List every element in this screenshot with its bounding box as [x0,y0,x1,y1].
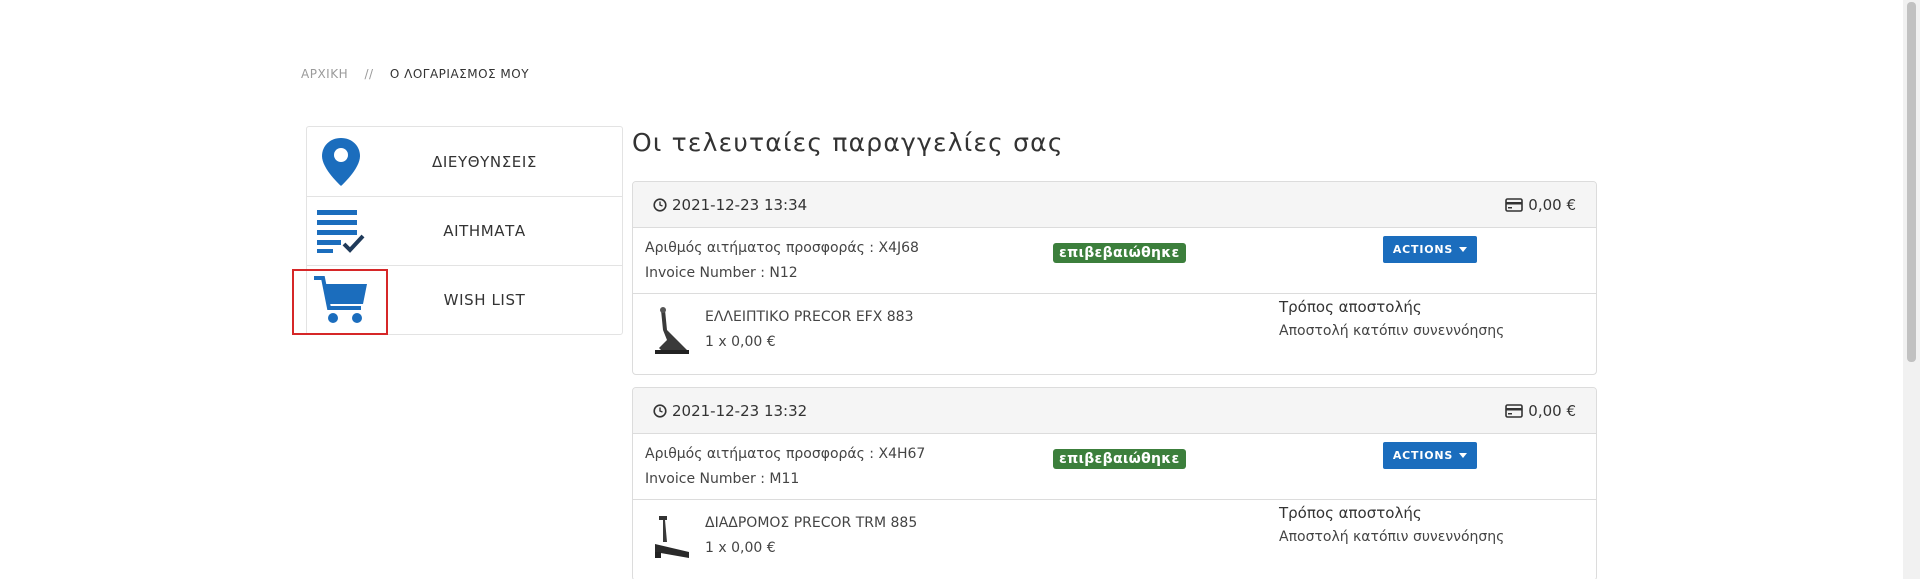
product-name-link[interactable]: ΕΛΛΕΙΠΤΙΚΟ PRECOR EFX 883 [705,309,913,325]
status-badge: επιβεβαιώθηκε [1053,243,1186,263]
shipping-method-label: Τρόπος αποστολής [1279,504,1422,522]
order-item: ΔΙΑΔΡΟΜΟΣ PRECOR TRM 885 1 x 0,00 € Τρόπ… [633,500,1596,579]
breadcrumb-separator: // [364,67,374,81]
caret-down-icon [1459,453,1468,458]
clock-icon [653,403,667,418]
request-number: Αριθμός αιτήματος προσφοράς : Χ4Η67 [645,446,926,462]
shipping-method-value: Αποστολή κατόπιν συνεννόησης [1279,529,1505,545]
order-card: 2021-12-23 13:32 0,00 € Αριθμός αιτήματο… [632,387,1597,579]
invoice-number: Invoice Number : Μ11 [645,471,800,487]
sidebar-item-wishlist[interactable]: WISH LIST [292,265,622,335]
order-date-text: 2021-12-23 13:34 [672,195,808,214]
order-item: ΕΛΛΕΙΠΤΙΚΟ PRECOR EFX 883 1 x 0,00 € Τρό… [633,294,1596,374]
scrollbar-thumb[interactable] [1907,2,1916,362]
cart-icon [311,272,371,328]
status-badge: επιβεβαιώθηκε [1053,449,1186,469]
order-total: 0,00 € [1505,402,1576,420]
actions-button-label: ACTIONS [1392,243,1454,256]
account-sidebar: ΔΙΕΥΘΥΝΣΕΙΣ ΑΙΤΗΜΑΤΑ WISH LIST [292,126,623,335]
order-total: 0,00 € [1505,196,1576,214]
shipping-method-label: Τρόπος αποστολής [1279,298,1422,316]
breadcrumb-current: Ο ΛΟΓΑΡΙΑΣΜΟΣ ΜΟΥ [389,67,530,81]
actions-button-label: ACTIONS [1392,449,1454,462]
order-info: Αριθμός αιτήματος προσφοράς : Χ4J68 Invo… [633,228,1596,294]
order-card: 2021-12-23 13:34 0,00 € Αριθμός αιτήματο… [632,181,1597,375]
order-total-text: 0,00 € [1528,195,1576,214]
shipping-method-value: Αποστολή κατόπιν συνεννόησης [1279,323,1505,339]
credit-card-icon [1505,403,1524,418]
product-quantity: 1 x 0,00 € [705,334,776,350]
product-quantity: 1 x 0,00 € [705,540,776,556]
actions-button[interactable]: ACTIONS [1383,442,1477,469]
order-header: 2021-12-23 13:32 0,00 € [633,388,1596,434]
clock-icon [653,197,667,212]
list-check-icon [311,203,371,259]
credit-card-icon [1505,197,1524,212]
invoice-number: Invoice Number : Ν12 [645,265,798,281]
actions-button[interactable]: ACTIONS [1383,236,1477,263]
breadcrumb: ΑΡΧΙΚΗ // Ο ΛΟΓΑΡΙΑΣΜΟΣ ΜΟΥ [301,67,529,81]
breadcrumb-home-link[interactable]: ΑΡΧΙΚΗ [301,67,348,81]
caret-down-icon [1459,247,1468,252]
order-total-text: 0,00 € [1528,401,1576,420]
product-name-link[interactable]: ΔΙΑΔΡΟΜΟΣ PRECOR TRM 885 [705,515,917,531]
sidebar-item-addresses[interactable]: ΔΙΕΥΘΥΝΣΕΙΣ [307,127,622,196]
treadmill-image[interactable] [651,512,691,562]
order-date-text: 2021-12-23 13:32 [672,401,808,420]
request-number: Αριθμός αιτήματος προσφοράς : Χ4J68 [645,240,919,256]
order-date: 2021-12-23 13:32 [653,402,807,420]
map-pin-icon [311,134,371,190]
page-title: Οι τελευταίες παραγγελίες σας [632,128,1064,157]
order-info: Αριθμός αιτήματος προσφοράς : Χ4Η67 Invo… [633,434,1596,500]
order-header: 2021-12-23 13:34 0,00 € [633,182,1596,228]
elliptical-trainer-image[interactable] [651,306,691,356]
sidebar-item-requests[interactable]: ΑΙΤΗΜΑΤΑ [307,196,622,265]
order-date: 2021-12-23 13:34 [653,196,807,214]
vertical-scrollbar[interactable] [1903,0,1920,579]
